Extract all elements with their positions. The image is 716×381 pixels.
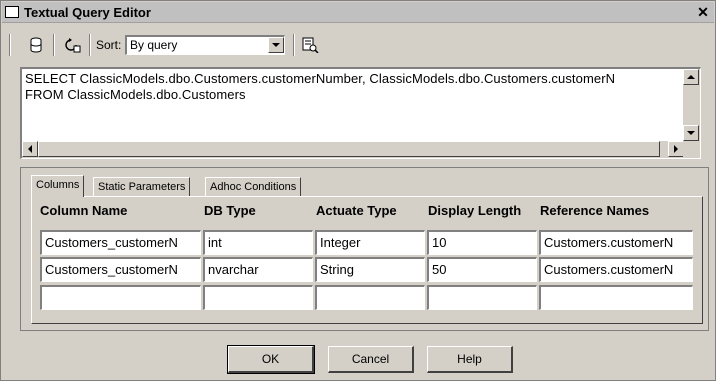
close-button[interactable]: ✕ <box>696 4 710 20</box>
table-cell[interactable]: Customers_customerN <box>40 257 201 282</box>
table-cell[interactable] <box>203 285 313 310</box>
arrow-up-icon <box>687 75 695 79</box>
tab-static-parameters[interactable]: Static Parameters <box>93 177 191 197</box>
sort-label: Sort: <box>96 38 122 52</box>
table-cell[interactable]: Integer <box>315 230 425 255</box>
table-cell[interactable]: 10 <box>427 230 537 255</box>
toolbar-separator-3 <box>293 34 295 56</box>
table-cell[interactable]: nvarchar <box>203 257 313 282</box>
title-bar: Textual Query Editor ✕ <box>2 2 714 23</box>
sql-text-area[interactable]: SELECT ClassicModels.dbo.Customers.custo… <box>20 67 701 159</box>
scroll-right-button[interactable] <box>668 141 684 157</box>
column-header-reference-names: Reference Names <box>540 203 650 218</box>
table-cell[interactable]: Customers_customerN <box>40 230 201 255</box>
vertical-scrollbar[interactable] <box>683 69 700 141</box>
refresh-button[interactable] <box>61 34 83 56</box>
tab-adhoc-conditions[interactable]: Adhoc Conditions <box>205 177 302 197</box>
column-header-name: Column Name <box>40 203 128 218</box>
refresh-icon <box>65 38 81 53</box>
table-cell[interactable] <box>427 285 537 310</box>
scroll-thumb[interactable] <box>38 141 660 157</box>
database-icon <box>30 37 42 53</box>
column-header-db-type: DB Type <box>204 203 256 218</box>
chevron-down-icon[interactable] <box>268 37 284 53</box>
query-icon <box>302 37 319 53</box>
window-icon <box>5 6 19 18</box>
sql-line: FROM ClassicModels.dbo.Customers <box>25 87 246 102</box>
table-cell[interactable]: Customers.customerN <box>539 230 693 255</box>
column-header-actuate-type: Actuate Type <box>316 203 397 218</box>
scroll-corner <box>683 141 700 158</box>
column-header-display-length: Display Length <box>428 203 522 218</box>
toolbar-separator <box>53 34 55 56</box>
horizontal-scrollbar[interactable] <box>22 141 684 158</box>
toolbar-grip <box>9 34 11 56</box>
table-cell[interactable] <box>315 285 425 310</box>
sort-dropdown[interactable]: By query <box>125 35 285 55</box>
toolbar: Sort: By query <box>9 32 709 60</box>
textual-query-editor-window: Textual Query Editor ✕ Sort: By query SE… <box>0 0 716 381</box>
table-cell[interactable]: Customers.customerN <box>539 257 693 282</box>
window-title: Textual Query Editor <box>24 5 151 20</box>
sql-line: SELECT ClassicModels.dbo.Customers.custo… <box>25 71 616 86</box>
sort-value: By query <box>130 38 178 52</box>
arrow-down-icon <box>687 131 695 135</box>
tab-columns[interactable]: Columns <box>31 175 85 197</box>
table-cell[interactable] <box>40 285 201 310</box>
table-cell[interactable]: 50 <box>427 257 537 282</box>
query-button[interactable] <box>299 34 321 56</box>
scroll-left-button[interactable] <box>22 141 38 157</box>
scroll-up-button[interactable] <box>683 69 699 85</box>
arrow-right-icon <box>674 145 678 153</box>
help-button[interactable]: Help <box>427 346 513 373</box>
table-cell[interactable] <box>539 285 693 310</box>
close-icon: ✕ <box>697 4 709 20</box>
toolbar-separator-2 <box>89 34 91 56</box>
database-button[interactable] <box>25 34 47 56</box>
arrow-left-icon <box>28 145 32 153</box>
table-cell[interactable]: int <box>203 230 313 255</box>
table-cell[interactable]: String <box>315 257 425 282</box>
cancel-button[interactable]: Cancel <box>328 346 414 373</box>
scroll-down-button[interactable] <box>683 125 699 141</box>
ok-button[interactable]: OK <box>227 345 315 374</box>
